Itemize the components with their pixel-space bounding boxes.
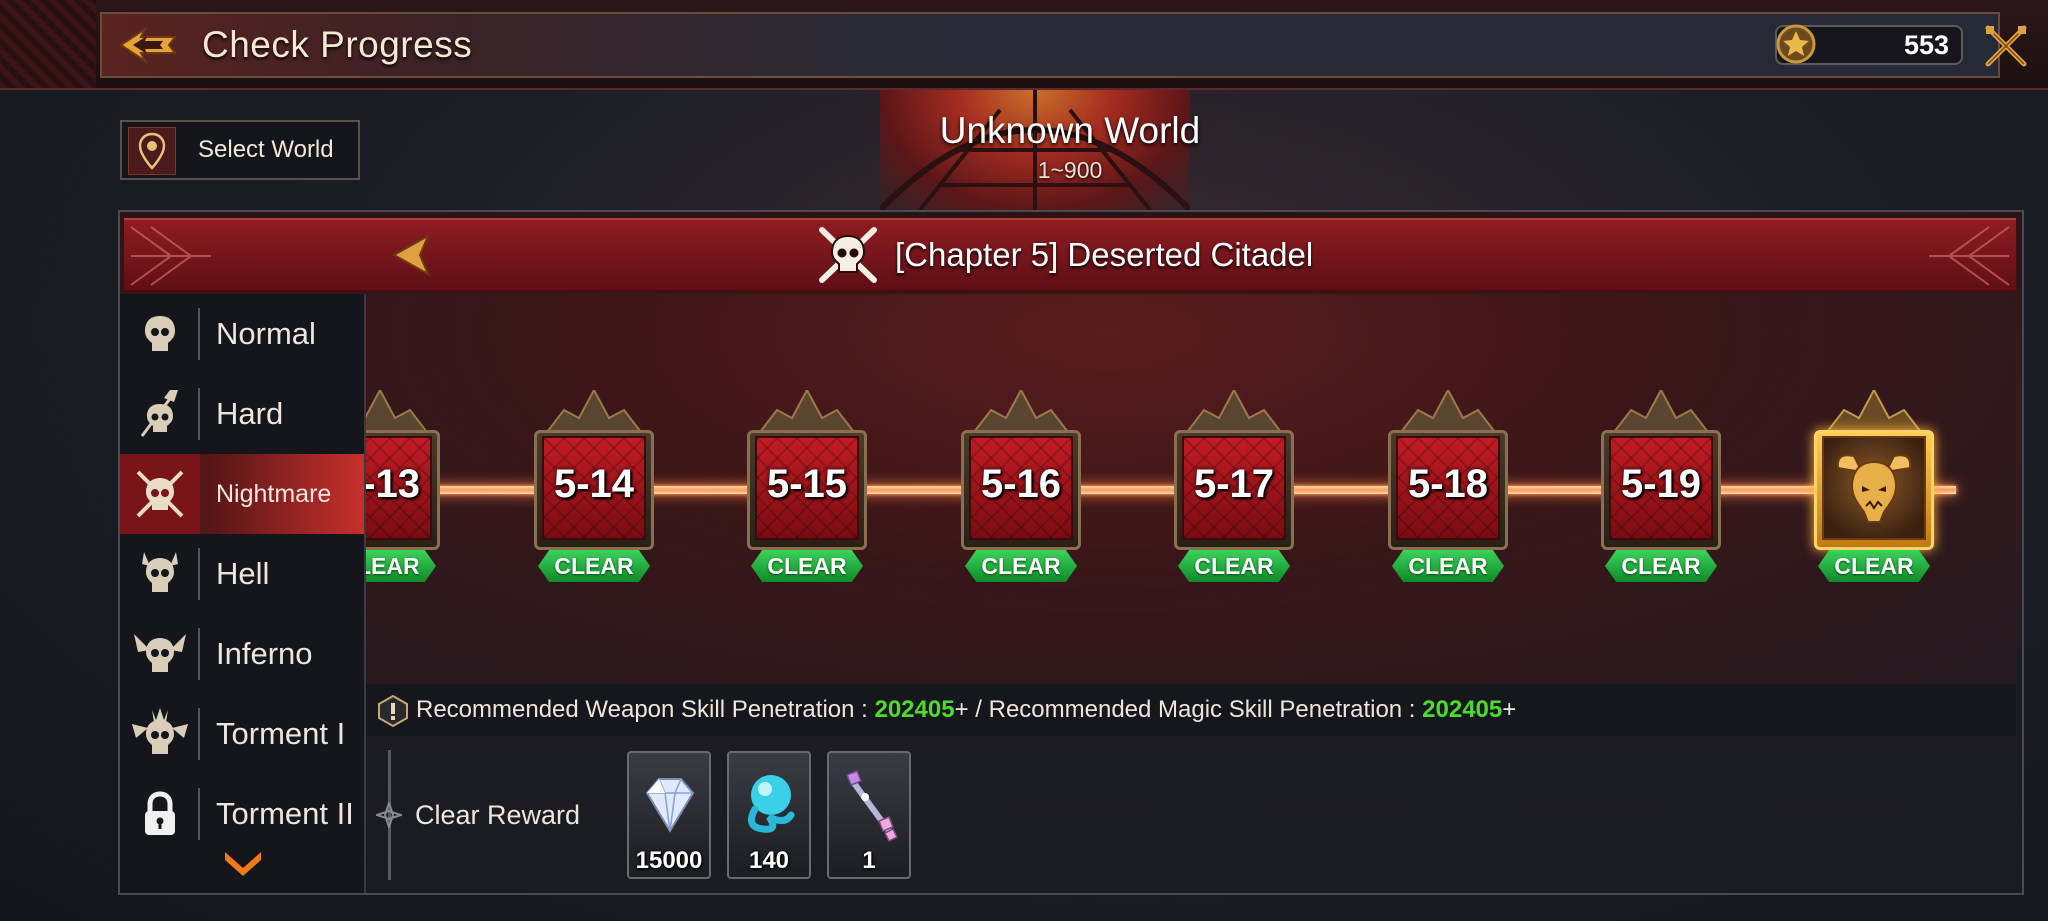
clear-badge: CLEAR	[366, 550, 436, 582]
magic-penetration-value: 202405	[1422, 696, 1503, 723]
previous-chapter-button[interactable]	[384, 228, 436, 282]
close-button[interactable]	[1982, 22, 2030, 70]
currency-display: 553	[1775, 24, 1963, 65]
stage-number: 5-17	[1193, 462, 1275, 506]
difficulty-label: Normal	[216, 316, 316, 351]
skull-crossed-swords-icon	[136, 470, 184, 518]
stage-number: 5-18	[1407, 462, 1489, 506]
recommendation-text: Recommended Weapon Skill Penetration : 2…	[416, 684, 1516, 736]
scroll-down-button[interactable]	[221, 846, 265, 878]
clear-badge: CLEAR	[965, 550, 1077, 582]
magic-penetration-label: Recommended Magic Skill Penetration :	[988, 696, 1423, 723]
diamond-icon	[645, 778, 695, 833]
weapon-penetration-value: 202405	[874, 696, 955, 723]
chevron-down-icon	[225, 852, 261, 876]
reward-item-diamond[interactable]: 15000	[627, 751, 711, 879]
stage-5-18[interactable]: 5-18 CLEAR	[1384, 390, 1512, 586]
ornament-right-icon	[1929, 226, 2010, 286]
recommendation-bar: Recommended Weapon Skill Penetration : 2…	[366, 684, 2016, 736]
clear-badge: CLEAR	[1818, 550, 1930, 582]
map-pin-icon	[128, 127, 176, 175]
stage-5-16[interactable]: 5-16 CLEAR	[957, 390, 1085, 586]
clear-badge: CLEAR	[1392, 550, 1504, 582]
back-arrow-icon	[119, 26, 177, 64]
penetration-separator: + /	[954, 696, 989, 723]
skull-axe-icon	[140, 390, 178, 437]
select-world-label: Select World	[198, 136, 334, 163]
currency-value: 553	[1903, 30, 1949, 60]
difficulty-label: Torment I	[216, 716, 346, 751]
clear-badge: CLEAR	[751, 550, 863, 582]
difficulty-label: Inferno	[216, 636, 313, 671]
stage-5-15[interactable]: 5-15 CLEAR	[743, 390, 871, 586]
chevron-left-icon	[391, 233, 431, 277]
world-level-range: 1~900	[1037, 157, 1103, 183]
lock-icon	[145, 791, 175, 835]
separator	[198, 708, 200, 760]
weapon-penetration-label: Recommended Weapon Skill Penetration :	[416, 696, 875, 723]
difficulty-torment-2[interactable]: Torment II	[120, 774, 364, 854]
skull-crossed-swords-emblem-icon	[819, 227, 877, 283]
difficulty-inferno[interactable]: Inferno	[120, 614, 364, 694]
reward-quantity: 15000	[635, 847, 703, 874]
difficulty-nightmare[interactable]: Nightmare	[120, 454, 364, 534]
difficulty-hard[interactable]: Hard	[120, 374, 364, 454]
ornament-left-icon	[130, 226, 211, 286]
back-button[interactable]	[112, 18, 182, 72]
stage-track-area: 5-13 CLEAR 5-14 CLEAR 5-15 CLEAR 5-16 CL…	[366, 294, 2016, 684]
clear-badge: CLEAR	[538, 550, 650, 582]
stage-number: 5-16	[980, 462, 1062, 506]
reward-ornament-icon	[376, 802, 402, 828]
difficulty-hell[interactable]: Hell	[120, 534, 364, 614]
stage-5-13[interactable]: 5-13 CLEAR	[366, 390, 444, 586]
horned-skull-icon	[142, 552, 178, 592]
difficulty-label: Hard	[216, 396, 284, 431]
reward-quantity: 140	[748, 847, 790, 874]
stage-number: 5-13	[366, 462, 421, 506]
crossed-swords-close-icon	[1985, 25, 2027, 67]
stage-number: 5-15	[766, 462, 848, 506]
difficulty-label: Nightmare	[216, 480, 332, 508]
difficulty-label: Torment II	[216, 796, 354, 831]
top-bar: Check Progress 553	[0, 0, 2048, 90]
separator	[198, 388, 200, 440]
boss-demon-icon	[1836, 454, 1912, 523]
separator	[198, 788, 200, 840]
separator	[198, 628, 200, 680]
chapter-title: [Chapter 5] Deserted Citadel	[895, 236, 1314, 273]
world-name: Unknown World	[939, 110, 1201, 151]
difficulty-torment-1[interactable]: Torment I	[120, 694, 364, 774]
winged-skull-icon	[134, 634, 186, 672]
info-exclamation-icon	[378, 694, 408, 728]
page-title: Check Progress	[202, 24, 473, 65]
blue-spirit-orb-icon	[747, 775, 795, 833]
stage-5-14[interactable]: 5-14 CLEAR	[530, 390, 658, 586]
separator	[198, 308, 200, 360]
reward-quantity: 1	[862, 847, 876, 874]
crystal-key-icon	[846, 770, 899, 843]
clear-badge: CLEAR	[1605, 550, 1717, 582]
penetration-suffix: +	[1502, 696, 1517, 723]
difficulty-label: Hell	[216, 556, 270, 591]
reward-item-spirit-orb[interactable]: 140	[727, 751, 811, 879]
difficulty-sidebar: Normal Hard Nightmare Hell Inferno Torme…	[120, 294, 366, 893]
stage-5-boss[interactable]: CLEAR	[1810, 390, 1938, 586]
stage-5-19[interactable]: 5-19 CLEAR	[1597, 390, 1725, 586]
currency-medal-icon	[1776, 24, 1816, 64]
difficulty-normal[interactable]: Normal	[120, 294, 364, 374]
skull-icon	[145, 316, 175, 351]
clear-badge: CLEAR	[1178, 550, 1290, 582]
reward-item-key[interactable]: 1	[827, 751, 911, 879]
stage-number: 5-14	[553, 462, 635, 506]
select-world-button[interactable]: Select World	[120, 120, 360, 180]
stage-5-17[interactable]: 5-17 CLEAR	[1170, 390, 1298, 586]
corner-ornament	[0, 0, 96, 88]
clear-reward-label: Clear Reward	[415, 800, 581, 830]
separator	[198, 548, 200, 600]
demon-skull-icon	[132, 708, 188, 754]
stage-number: 5-19	[1620, 462, 1702, 506]
